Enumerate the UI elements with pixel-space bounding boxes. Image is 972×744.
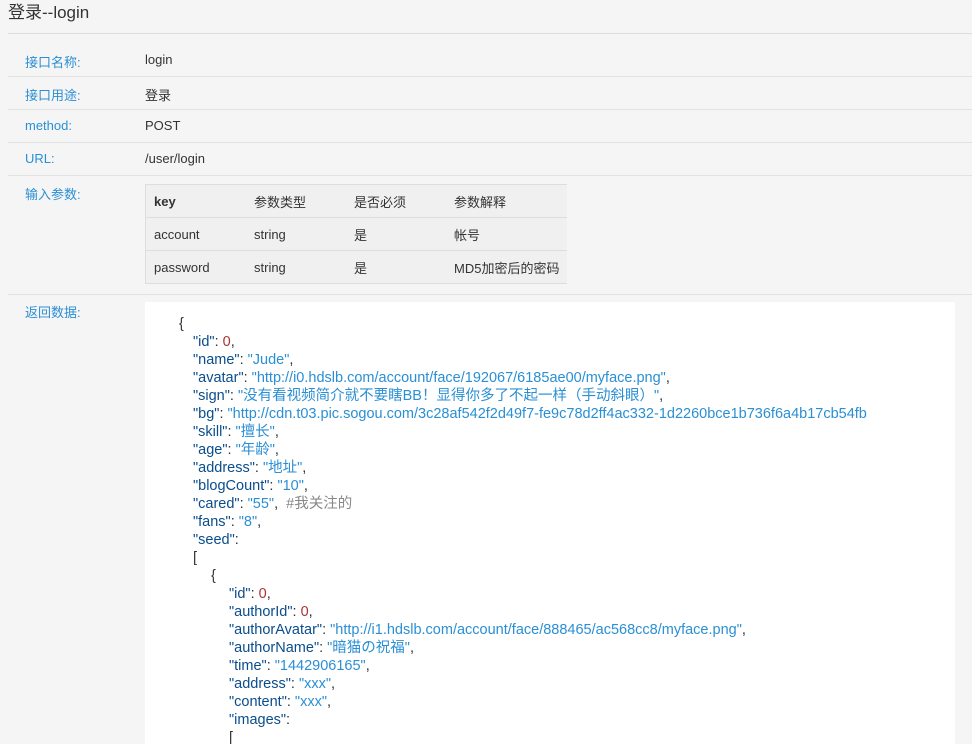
code-line: "id": 0, xyxy=(193,334,235,350)
response-json-block: { "id": 0, "name": "Jude", "avatar": "ht… xyxy=(145,302,955,744)
input-params-section: 输入参数: key 参数类型 是否必须 参数解释 account string … xyxy=(8,176,972,295)
param-required: 是 xyxy=(346,217,446,251)
info-row-name: 接口名称: login xyxy=(8,44,972,77)
header-required: 是否必须 xyxy=(346,184,446,218)
code-line: "blogCount": "10", xyxy=(193,478,308,494)
code-line: { xyxy=(179,316,184,332)
code-line: "id": 0, xyxy=(229,586,271,602)
code-line: "seed": xyxy=(193,532,239,548)
info-row-purpose: 接口用途: 登录 xyxy=(8,77,972,110)
interface-purpose-value: 登录 xyxy=(145,88,172,103)
info-row-method: method: POST xyxy=(8,110,972,143)
params-table: key 参数类型 是否必须 参数解释 account string 是 帐号 p… xyxy=(145,184,568,284)
page-title: 登录--login xyxy=(8,3,90,22)
interface-name-value: login xyxy=(145,52,173,67)
code-line: "sign": "没有看视频简介就不要瞎BB！显得你多了不起一样（手动斜眼）", xyxy=(193,388,664,404)
input-params-label: 输入参数: xyxy=(25,187,81,202)
code-line: "authorAvatar": "http://i1.hdslb.com/acc… xyxy=(229,622,746,638)
info-row-url: URL: /user/login xyxy=(8,143,972,176)
title-divider xyxy=(8,33,972,34)
code-line: "authorId": 0, xyxy=(229,604,313,620)
code-line: "time": "1442906165", xyxy=(229,658,370,674)
code-line: "age": "年龄", xyxy=(193,442,279,458)
code-line: "fans": "8", xyxy=(193,514,262,530)
interface-purpose-label: 接口用途: xyxy=(25,88,81,103)
code-line: "avatar": "http://i0.hdslb.com/account/f… xyxy=(193,370,670,386)
param-description: MD5加密后的密码 xyxy=(446,250,568,284)
param-key: account xyxy=(145,217,246,251)
code-line: { xyxy=(211,568,216,584)
interface-name-label: 接口名称: xyxy=(25,55,81,70)
code-line: [ xyxy=(229,730,234,744)
method-label: method: xyxy=(25,118,72,133)
param-description: 帐号 xyxy=(446,217,568,251)
param-type: string xyxy=(246,250,346,284)
url-value: /user/login xyxy=(145,151,205,166)
header-description: 参数解释 xyxy=(446,184,568,218)
code-line: "images": xyxy=(229,712,291,728)
table-row: password string 是 MD5加密后的密码 xyxy=(145,250,568,284)
param-type: string xyxy=(246,217,346,251)
code-line: "authorName": "暗猫の祝福", xyxy=(229,640,414,656)
code-line: "address": "地址", xyxy=(193,460,307,476)
return-data-section: 返回数据: { "id": 0, "name": "Jude", "avatar… xyxy=(8,294,972,744)
table-row: account string 是 帐号 xyxy=(145,217,568,251)
param-required: 是 xyxy=(346,250,446,284)
param-key: password xyxy=(145,250,246,284)
code-line: "address": "xxx", xyxy=(229,676,336,692)
code-line: [ xyxy=(193,550,198,566)
params-header-row: key 参数类型 是否必须 参数解释 xyxy=(145,184,568,218)
code-line: "bg": "http://cdn.t03.pic.sogou.com/3c28… xyxy=(193,406,867,422)
code-line: "skill": "擅长", xyxy=(193,424,279,440)
header-key: key xyxy=(145,184,246,218)
url-label: URL: xyxy=(25,151,55,166)
code-line: "content": "xxx", xyxy=(229,694,331,710)
code-line: "name": "Jude", xyxy=(193,352,294,368)
return-data-label: 返回数据: xyxy=(25,305,81,320)
header-type: 参数类型 xyxy=(246,184,346,218)
method-value: POST xyxy=(145,118,181,133)
code-line: "cared": "55", #我关注的 xyxy=(193,496,353,512)
